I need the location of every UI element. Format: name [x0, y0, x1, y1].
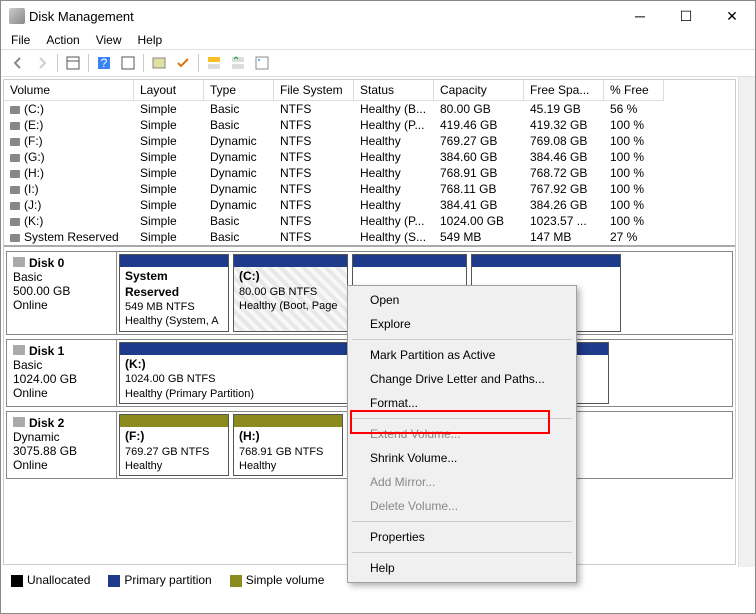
- ctx-delete-volume[interactable]: Delete Volume...: [350, 494, 574, 518]
- vertical-scrollbar[interactable]: [738, 77, 755, 567]
- ctx-change-letter[interactable]: Change Drive Letter and Paths...: [350, 367, 574, 391]
- menu-view[interactable]: View: [96, 33, 122, 47]
- volume-icon: [10, 218, 20, 226]
- ctx-open[interactable]: Open: [350, 288, 574, 312]
- context-menu: Open Explore Mark Partition as Active Ch…: [347, 285, 577, 583]
- disk-icon: [13, 345, 25, 355]
- table-row[interactable]: (E:)SimpleBasicNTFSHealthy (P...419.46 G…: [4, 117, 735, 133]
- ctx-explore[interactable]: Explore: [350, 312, 574, 336]
- disk-icon: [13, 257, 25, 267]
- col-header[interactable]: Capacity: [434, 80, 524, 101]
- volume-icon: [10, 170, 20, 178]
- settings-icon[interactable]: [148, 52, 170, 74]
- volume-block[interactable]: (H:)768.91 GB NTFSHealthy: [233, 414, 343, 476]
- col-header[interactable]: Type: [204, 80, 274, 101]
- volume-icon: [10, 106, 20, 114]
- col-header[interactable]: % Free: [604, 80, 664, 101]
- menu-action[interactable]: Action: [46, 33, 79, 47]
- disk-icon: [13, 417, 25, 427]
- maximize-button[interactable]: ☐: [663, 1, 709, 31]
- table-row[interactable]: (G:)SimpleDynamicNTFSHealthy384.60 GB384…: [4, 149, 735, 165]
- refresh-icon[interactable]: [117, 52, 139, 74]
- volume-icon: [10, 234, 20, 242]
- volume-block[interactable]: (C:)80.00 GB NTFSHealthy (Boot, Page: [233, 254, 348, 332]
- ctx-shrink-volume[interactable]: Shrink Volume...: [350, 446, 574, 470]
- ctx-format[interactable]: Format...: [350, 391, 574, 415]
- table-row[interactable]: (J:)SimpleDynamicNTFSHealthy384.41 GB384…: [4, 197, 735, 213]
- list-bottom-icon[interactable]: [227, 52, 249, 74]
- help-icon[interactable]: ?: [93, 52, 115, 74]
- app-icon: [9, 8, 25, 24]
- col-header[interactable]: Layout: [134, 80, 204, 101]
- forward-button[interactable]: [31, 52, 53, 74]
- ctx-mark-active[interactable]: Mark Partition as Active: [350, 343, 574, 367]
- svg-text:?: ?: [101, 56, 108, 70]
- menu-file[interactable]: File: [11, 33, 30, 47]
- list-top-icon[interactable]: [203, 52, 225, 74]
- back-button[interactable]: [7, 52, 29, 74]
- check-icon[interactable]: [172, 52, 194, 74]
- ctx-properties[interactable]: Properties: [350, 525, 574, 549]
- ctx-extend-volume[interactable]: Extend Volume...: [350, 422, 574, 446]
- table-row[interactable]: (F:)SimpleDynamicNTFSHealthy769.27 GB769…: [4, 133, 735, 149]
- table-row[interactable]: System ReservedSimpleBasicNTFSHealthy (S…: [4, 229, 735, 245]
- volume-table: VolumeLayoutTypeFile SystemStatusCapacit…: [4, 80, 735, 247]
- ctx-add-mirror[interactable]: Add Mirror...: [350, 470, 574, 494]
- col-header[interactable]: Status: [354, 80, 434, 101]
- volume-icon: [10, 122, 20, 130]
- table-row[interactable]: (I:)SimpleDynamicNTFSHealthy768.11 GB767…: [4, 181, 735, 197]
- col-header[interactable]: Free Spa...: [524, 80, 604, 101]
- volume-block[interactable]: (F:)769.27 GB NTFSHealthy: [119, 414, 229, 476]
- close-button[interactable]: ✕: [709, 1, 755, 31]
- volume-block[interactable]: System Reserved549 MB NTFSHealthy (Syste…: [119, 254, 229, 332]
- table-row[interactable]: (H:)SimpleDynamicNTFSHealthy768.91 GB768…: [4, 165, 735, 181]
- ctx-help[interactable]: Help: [350, 556, 574, 580]
- volume-icon: [10, 202, 20, 210]
- volume-icon: [10, 138, 20, 146]
- table-row[interactable]: (C:)SimpleBasicNTFSHealthy (B...80.00 GB…: [4, 101, 735, 117]
- menu-help[interactable]: Help: [138, 33, 163, 47]
- volume-icon: [10, 154, 20, 162]
- volume-icon: [10, 186, 20, 194]
- view-icon[interactable]: [62, 52, 84, 74]
- minimize-button[interactable]: ─: [617, 1, 663, 31]
- col-header[interactable]: Volume: [4, 80, 134, 101]
- col-header[interactable]: File System: [274, 80, 354, 101]
- window-title: Disk Management: [25, 9, 617, 24]
- props-icon[interactable]: [251, 52, 273, 74]
- table-row[interactable]: (K:)SimpleBasicNTFSHealthy (P...1024.00 …: [4, 213, 735, 229]
